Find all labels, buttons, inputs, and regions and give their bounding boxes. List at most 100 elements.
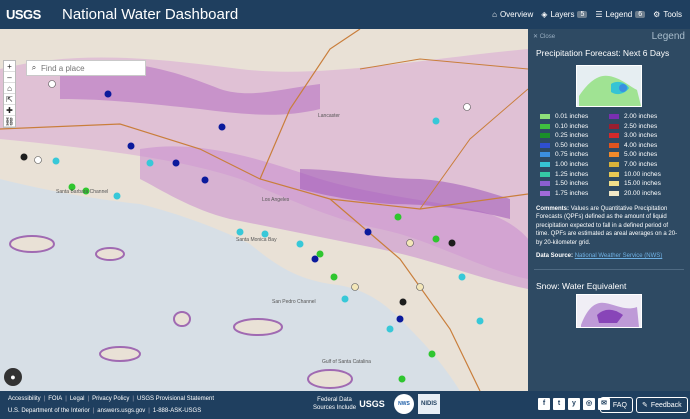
legend-entry-label: 3.00 inches [624, 132, 658, 140]
legend-swatch [609, 181, 619, 187]
layers-icon: ◈ [541, 10, 548, 19]
footer-separator: | [92, 408, 95, 414]
legend-entry: 0.10 inches [540, 123, 609, 130]
gauge-marker[interactable] [458, 273, 466, 281]
gauge-marker[interactable] [351, 283, 359, 291]
zoom-out-button[interactable]: – [4, 72, 15, 83]
legend-label: Legend [605, 10, 633, 19]
legend-swatch [540, 114, 550, 119]
legend-swatch [540, 161, 550, 167]
gauge-marker[interactable] [316, 250, 324, 258]
legend-header: ✕ Close Legend [528, 29, 690, 43]
legend-close-button[interactable]: ✕ Close [533, 33, 555, 40]
layers-button[interactable]: ◈ Layers 5 [541, 10, 588, 19]
facebook-icon[interactable]: f [538, 398, 550, 410]
gauge-marker[interactable] [416, 283, 424, 291]
footer-link-foia[interactable]: FOIA [48, 396, 62, 402]
gauge-marker[interactable] [476, 317, 484, 325]
youtube-icon[interactable]: y [568, 398, 580, 410]
place-search[interactable]: ⌕ [26, 60, 146, 76]
basemap-button[interactable]: ✚ [4, 105, 15, 116]
map-label-channel: Santa Barbara Channel [56, 189, 109, 195]
faq-button[interactable]: ? FAQ [600, 397, 633, 413]
search-input[interactable] [41, 63, 141, 73]
legend-swatch [540, 190, 550, 196]
gauge-marker[interactable] [104, 90, 112, 98]
nws-partner-logo[interactable]: NWS [394, 394, 414, 414]
overview-button[interactable]: ⌂ Overview [492, 10, 533, 19]
locate-button[interactable]: ⇱ [4, 94, 15, 105]
gauge-marker[interactable] [146, 159, 154, 167]
gauge-marker[interactable] [463, 103, 471, 111]
usgs-partner-logo[interactable]: USGS [354, 394, 390, 414]
gauge-marker[interactable] [396, 315, 404, 323]
legend-entry-label: 0.50 inches [555, 141, 589, 149]
feedback-button[interactable]: ✎ Feedback [636, 397, 688, 413]
footer-separator: | [132, 396, 134, 402]
gauge-marker[interactable] [394, 213, 402, 221]
map-canvas[interactable]: ⌕ + – ⌂ ⇱ ✚ ⛓ Santa Barbara Channel Los … [0, 29, 528, 391]
nidis-partner-logo[interactable]: NIDIS [418, 394, 440, 414]
legend-entry: 0.25 inches [540, 132, 609, 139]
legend-entries: 0.01 inches 2.00 inches 0.10 inches 2.50… [528, 111, 690, 199]
legend-entry: 2.50 inches [609, 123, 678, 130]
federal-sources-text: Federal Data Sources Include [313, 396, 356, 412]
usgs-logo[interactable]: USGS [6, 4, 50, 26]
footer-link-phone[interactable]: 1-888-ASK-USGS [153, 408, 201, 414]
legend-entry: 15.00 inches [609, 180, 678, 187]
share-link-button[interactable]: ⛓ [4, 116, 15, 127]
gauge-marker[interactable] [341, 295, 349, 303]
gauge-marker[interactable] [399, 298, 407, 306]
app-title: National Water Dashboard [62, 6, 239, 23]
gauge-marker[interactable] [330, 273, 338, 281]
esri-badge[interactable]: ● [4, 368, 22, 386]
gauge-marker[interactable] [236, 228, 244, 236]
legend-button[interactable]: ☰ Legend 6 [595, 10, 646, 19]
footer-link-answers[interactable]: answers.usgs.gov [97, 408, 145, 414]
gauge-marker[interactable] [448, 239, 456, 247]
gauge-marker[interactable] [34, 156, 42, 164]
faq-label: FAQ [612, 401, 627, 409]
overview-label: Overview [499, 10, 534, 19]
footer-link-privacy[interactable]: Privacy Policy [92, 396, 129, 402]
tools-button[interactable]: ⚙ Tools [653, 10, 682, 19]
map-label-channel-2: San Pedro Channel [272, 299, 316, 305]
gauge-marker[interactable] [52, 157, 60, 165]
footer-link-legal[interactable]: Legal [70, 396, 85, 402]
gauge-marker[interactable] [398, 375, 406, 383]
footer-link-doi[interactable]: U.S. Department of the Interior [8, 408, 90, 414]
legend-entry: 0.75 inches [540, 151, 609, 158]
legend-entry: 0.50 inches [540, 142, 609, 149]
footer-link-provisional[interactable]: USGS Provisional Statement [137, 396, 214, 402]
zoom-in-button[interactable]: + [4, 61, 15, 72]
legend-entry: 1.75 inches [540, 190, 609, 197]
legend-swatch [609, 133, 619, 139]
gauge-marker[interactable] [113, 192, 121, 200]
gauge-marker[interactable] [432, 117, 440, 125]
gauge-marker[interactable] [364, 228, 372, 236]
gauge-marker[interactable] [311, 255, 319, 263]
gauge-marker[interactable] [386, 325, 394, 333]
legend-entry-label: 2.00 inches [624, 113, 658, 120]
gauge-marker[interactable] [172, 159, 180, 167]
legend-entry-label: 7.00 inches [624, 160, 658, 168]
gauge-marker[interactable] [432, 235, 440, 243]
home-extent-button[interactable]: ⌂ [4, 83, 15, 94]
gauge-marker[interactable] [201, 176, 209, 184]
footer: Accessibility | FOIA | Legal | Privacy Poli… [0, 391, 690, 419]
gauge-marker[interactable] [406, 239, 414, 247]
twitter-icon[interactable]: t [553, 398, 565, 410]
source-link[interactable]: National Weather Service (NWS) [575, 253, 663, 259]
gauge-marker[interactable] [428, 350, 436, 358]
legend-entry-label: 0.75 inches [555, 151, 589, 159]
gauge-marker[interactable] [20, 153, 28, 161]
instagram-icon[interactable]: ◎ [583, 398, 595, 410]
gauge-marker[interactable] [48, 80, 56, 88]
gauge-marker[interactable] [218, 123, 226, 131]
legend-comments: Comments: Values are Quantitative Precip… [528, 199, 690, 250]
footer-link-accessibility[interactable]: Accessibility [8, 396, 41, 402]
federal-text-line1: Federal Data [317, 397, 352, 403]
gauge-marker[interactable] [127, 142, 135, 150]
legend-close-label: Close [539, 33, 556, 40]
gauge-marker[interactable] [296, 240, 304, 248]
